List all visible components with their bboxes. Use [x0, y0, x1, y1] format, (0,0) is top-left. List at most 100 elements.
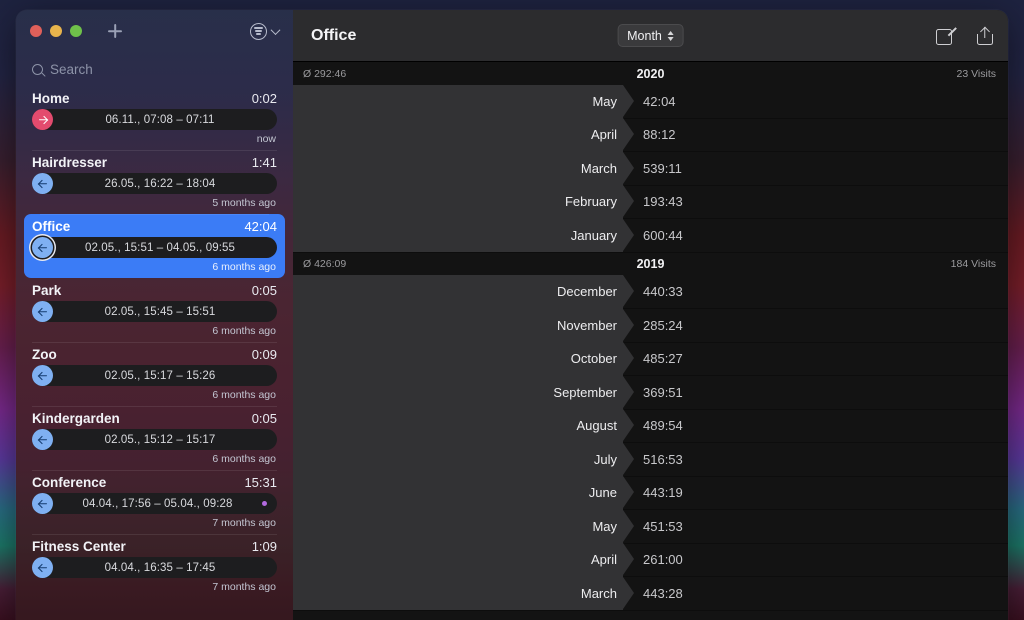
sidebar-titlebar — [16, 10, 293, 52]
place-relative-time: 7 months ago — [212, 517, 276, 529]
month-bar: June — [293, 476, 634, 510]
place-name: Hairdresser — [32, 155, 108, 170]
list-item[interactable]: Office 42:04 02.05., 15:51 – 04.05., 09:55… — [24, 214, 285, 278]
month-bar: March — [293, 576, 634, 610]
table-row[interactable]: January 600:44 — [293, 218, 1008, 253]
table-row[interactable]: March 539:11 — [293, 151, 1008, 186]
visit-row[interactable]: 02.05., 15:12 – 15:17 — [32, 429, 277, 450]
table-row[interactable]: February 193:43 — [293, 185, 1008, 219]
place-relative-time: 6 months ago — [212, 325, 276, 337]
share-icon[interactable] — [975, 26, 994, 45]
place-relative-time: 6 months ago — [212, 453, 276, 465]
place-name: Office — [32, 219, 71, 234]
list-item[interactable]: Hairdresser 1:41 26.05., 16:22 – 18:04 5 mo… — [16, 150, 293, 214]
table-row[interactable]: March 443:28 — [293, 576, 1008, 611]
search-icon — [32, 63, 43, 75]
year-visit-count: 23 Visits — [956, 67, 997, 80]
year-average: Ø 426:09 — [303, 258, 347, 270]
zoom-button[interactable] — [70, 25, 82, 37]
month-bar: July — [293, 442, 634, 476]
list-item[interactable]: Zoo 0:09 02.05., 15:17 – 15:26 6 months ago — [16, 342, 293, 406]
main-panel: Office Month Ø 292:46 2020 23 Visits May 42:… — [293, 10, 1008, 620]
leave-arrow-icon — [32, 365, 53, 386]
add-place-button[interactable] — [106, 22, 124, 40]
month-bar: August — [293, 409, 634, 443]
month-bar: November — [293, 308, 634, 342]
month-label: December — [557, 284, 617, 300]
titlebar-actions — [936, 26, 994, 45]
search-placeholder: Search — [50, 61, 93, 77]
edit-icon[interactable] — [936, 26, 955, 45]
visit-timespan: 02.05., 15:51 – 04.05., 09:55 — [85, 241, 235, 254]
month-bar: December — [293, 275, 634, 309]
list-item[interactable]: Kindergarden 0:05 02.05., 15:12 – 15:17 6 m… — [16, 406, 293, 470]
month-bar: February — [293, 185, 634, 219]
table-row[interactable]: May 451:53 — [293, 509, 1008, 544]
visit-row[interactable]: 02.05., 15:51 – 04.05., 09:55 — [32, 237, 277, 258]
month-bar: May — [293, 84, 634, 118]
place-total-duration: 0:02 — [251, 91, 277, 106]
range-select-button[interactable]: Month — [617, 24, 684, 47]
place-name: Zoo — [32, 347, 57, 362]
place-header: Fitness Center 1:09 — [32, 539, 277, 557]
table-row[interactable]: December 440:33 — [293, 275, 1008, 309]
place-list[interactable]: Home 0:02 06.11., 07:08 – 07:11 now Hairdres… — [16, 86, 293, 620]
month-label: May — [592, 518, 617, 534]
month-label: August — [576, 418, 617, 434]
table-row[interactable]: November 285:24 — [293, 308, 1008, 343]
list-item[interactable]: Park 0:05 02.05., 15:45 – 15:51 6 months ag… — [16, 278, 293, 342]
month-duration: 539:11 — [643, 160, 682, 176]
visit-row[interactable]: 06.11., 07:08 – 07:11 — [32, 109, 277, 130]
table-row[interactable]: October 485:27 — [293, 342, 1008, 376]
month-label: April — [590, 127, 617, 143]
place-header: Conference 15:31 — [32, 475, 277, 493]
place-header: Zoo 0:09 — [32, 347, 277, 365]
place-total-duration: 0:05 — [251, 283, 277, 298]
month-bar: October — [293, 342, 634, 376]
month-duration: 440:33 — [643, 284, 683, 300]
table-row[interactable]: July 516:53 — [293, 442, 1008, 477]
table-row[interactable]: August 489:54 — [293, 409, 1008, 443]
visit-row[interactable]: 04.04., 16:35 – 17:45 — [32, 557, 277, 578]
place-relative-time: 5 months ago — [212, 197, 276, 209]
month-label: November — [557, 317, 617, 333]
visit-timespan: 26.05., 16:22 – 18:04 — [104, 177, 216, 190]
month-duration: 485:27 — [643, 351, 683, 367]
sort-menu-button[interactable] — [250, 22, 281, 40]
minimize-button[interactable] — [50, 25, 62, 37]
place-header: Home 0:02 — [32, 91, 277, 109]
leave-arrow-icon — [32, 493, 53, 514]
month-duration: 516:53 — [643, 451, 683, 467]
year-header-row: Ø 292:46 2020 23 Visits — [293, 62, 1008, 85]
window-controls — [30, 25, 82, 37]
table-row[interactable]: June 443:19 — [293, 476, 1008, 510]
list-item[interactable]: Conference 15:31 04.04., 17:56 – 05.04., 0… — [16, 470, 293, 534]
list-item[interactable]: Fitness Center 1:09 04.04., 16:35 – 17:45 7… — [16, 534, 293, 598]
place-name: Park — [32, 283, 62, 298]
table-row[interactable]: April 261:00 — [293, 543, 1008, 577]
month-chart-scroll-area[interactable]: Ø 292:46 2020 23 Visits May 42:04 April 88:12 M… — [293, 62, 1008, 620]
updown-chevrons-icon — [667, 30, 674, 41]
visit-row[interactable]: 04.04., 17:56 – 05.04., 09:28 — [32, 493, 277, 514]
place-relative-time: now — [256, 133, 276, 145]
month-label: October — [570, 351, 617, 367]
table-row[interactable]: April 88:12 — [293, 118, 1008, 152]
table-row[interactable]: September 369:51 — [293, 375, 1008, 410]
close-button[interactable] — [30, 25, 42, 37]
search-input[interactable]: Search — [16, 52, 293, 86]
month-duration: 600:44 — [643, 227, 683, 243]
month-label: March — [580, 585, 617, 601]
visit-row[interactable]: 26.05., 16:22 – 18:04 — [32, 173, 277, 194]
visit-indicator-dot — [262, 501, 267, 506]
month-bar: May — [293, 509, 634, 543]
month-bar: September — [293, 375, 634, 409]
list-item[interactable]: Home 0:02 06.11., 07:08 – 07:11 now — [16, 86, 293, 150]
table-row[interactable]: May 42:04 — [293, 84, 1008, 119]
visit-row[interactable]: 02.05., 15:17 – 15:26 — [32, 365, 277, 386]
visit-timespan: 02.05., 15:12 – 15:17 — [104, 433, 216, 446]
year-label: 2020 — [636, 66, 665, 81]
year-average: Ø 292:46 — [303, 67, 347, 80]
visit-row[interactable]: 02.05., 15:45 – 15:51 — [32, 301, 277, 322]
month-label: January — [570, 227, 617, 243]
place-total-duration: 1:09 — [251, 539, 277, 554]
